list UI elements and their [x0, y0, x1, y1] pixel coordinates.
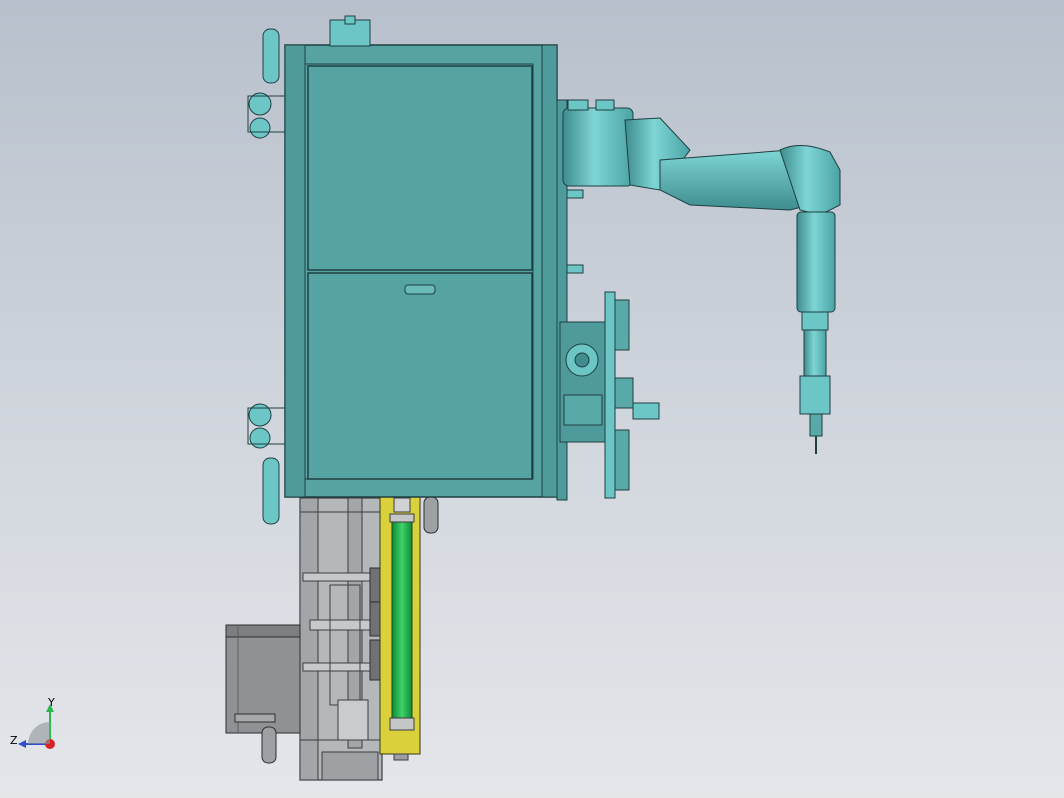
cad-viewport[interactable]: Y Z: [0, 0, 1064, 798]
linear-module: [379, 495, 421, 761]
servo-motor: [225, 624, 301, 734]
orientation-triad[interactable]: Y Z: [8, 696, 68, 760]
main-cabinet: [284, 15, 558, 498]
cad-model-scene[interactable]: [0, 0, 1064, 798]
triad-z-label: Z: [10, 734, 18, 747]
triad-axes: [18, 704, 55, 749]
triad-y-label: Y: [48, 696, 55, 709]
